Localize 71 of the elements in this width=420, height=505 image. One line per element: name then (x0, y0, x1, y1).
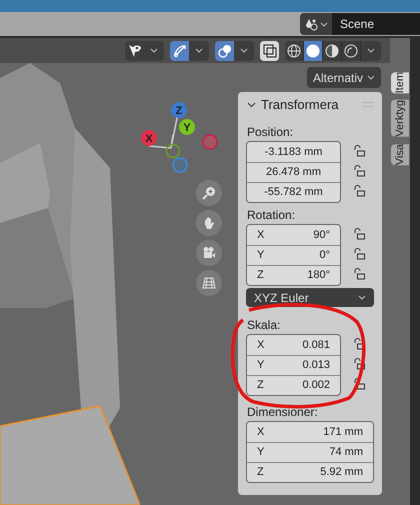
caret-icon (240, 48, 248, 53)
xray-squares-icon (262, 44, 276, 58)
negative-x-handle[interactable] (202, 134, 218, 150)
section-label: Skala: (247, 318, 282, 332)
axis-gizmo[interactable]: Z Y X (138, 98, 220, 173)
rendered-sphere-icon (344, 44, 358, 58)
sidebar-tab[interactable]: Item (391, 72, 409, 94)
number-field[interactable]: X 0.081 (247, 335, 340, 355)
caret-icon (195, 48, 203, 53)
shading-button[interactable] (342, 40, 361, 60)
number-field[interactable]: Y 74 mm (247, 442, 373, 462)
axis-handle[interactable]: Y (179, 119, 195, 135)
axis-handle[interactable]: Z (171, 102, 187, 118)
number-field[interactable]: -3.1183 mm (247, 142, 340, 162)
scene-field[interactable]: Scene (332, 13, 420, 35)
axis-handle[interactable]: X (141, 130, 157, 146)
material-sphere-icon (325, 44, 339, 58)
caret-icon (367, 48, 375, 53)
open-lock-icon[interactable] (354, 378, 366, 390)
toggle-dropdown-button[interactable] (170, 40, 209, 60)
section-label: Dimensioner: (247, 405, 319, 419)
options-button[interactable]: Alternativ (306, 67, 381, 88)
pan-button[interactable] (196, 210, 222, 236)
sidebar-tab[interactable]: Verktyg (391, 100, 409, 138)
section-label: Position: (247, 125, 294, 139)
number-field[interactable]: Z 0.002 (247, 375, 340, 395)
number-field[interactable]: -55.782 mm (247, 182, 340, 202)
open-lock-icon[interactable] (354, 248, 366, 260)
movie-camera-icon (202, 246, 216, 260)
open-lock-icon[interactable] (354, 228, 366, 240)
number-field[interactable]: Y 0.013 (247, 355, 340, 375)
wireframe-sphere-icon (287, 44, 301, 58)
negative-z-handle[interactable] (172, 157, 188, 173)
solid-sphere-icon (306, 44, 320, 58)
toggle-dropdown-button[interactable] (125, 40, 164, 60)
camera-button[interactable] (196, 240, 222, 266)
grid-icon (202, 276, 216, 290)
number-field[interactable]: X 90° (247, 225, 340, 245)
rotation-mode-dropdown[interactable]: XYZ Euler (246, 288, 374, 307)
number-field[interactable]: Y 0° (247, 245, 340, 265)
number-field[interactable]: Z 180° (247, 265, 340, 285)
open-lock-icon[interactable] (354, 185, 366, 197)
caret-icon (358, 295, 366, 300)
toggle-dropdown-button[interactable] (215, 40, 254, 60)
caret-icon (320, 22, 328, 26)
hand-icon (202, 216, 216, 230)
number-field[interactable]: Z 5.92 mm (247, 462, 373, 482)
shading-button[interactable] (323, 40, 342, 60)
zoom-button[interactable] (196, 180, 222, 206)
scene-type-button[interactable] (300, 13, 332, 35)
scene-icon (304, 18, 318, 30)
number-field[interactable]: 26.478 mm (247, 162, 340, 182)
open-lock-icon[interactable] (354, 268, 366, 280)
chevron-down-icon[interactable] (247, 100, 256, 109)
xray-button[interactable] (260, 40, 279, 60)
sidebar-tab[interactable]: Visa (391, 144, 409, 166)
magnifier-plus-icon (202, 186, 216, 200)
panel-title[interactable]: Transformera (261, 94, 339, 114)
overlay-circles-icon (218, 44, 232, 58)
caret-icon (150, 48, 158, 53)
open-lock-icon[interactable] (354, 165, 366, 177)
section-label: Rotation: (247, 208, 296, 222)
negative-y-handle[interactable] (166, 144, 180, 158)
eye-cursor-icon (128, 44, 142, 58)
gizmo-arc-icon (172, 44, 186, 58)
open-lock-icon[interactable] (354, 358, 366, 370)
caret-icon (367, 75, 375, 80)
perspective-button[interactable] (196, 270, 222, 296)
shading-button[interactable] (304, 40, 323, 60)
number-field[interactable]: X 171 mm (247, 422, 373, 442)
open-lock-icon[interactable] (354, 145, 366, 157)
